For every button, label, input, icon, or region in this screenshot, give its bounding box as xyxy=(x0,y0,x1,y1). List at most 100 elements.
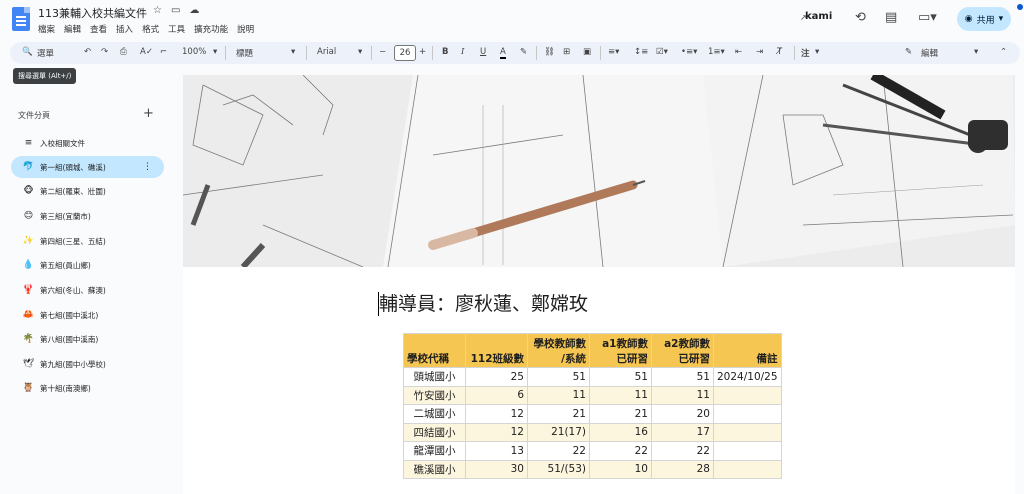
zoom-select[interactable]: 100% xyxy=(182,47,206,57)
table-cell[interactable] xyxy=(713,385,782,405)
table-cell[interactable] xyxy=(713,422,782,442)
document-title[interactable]: 113兼輔入校共編文件 xyxy=(38,5,147,21)
numbered-list-icon[interactable]: 1≡▾ xyxy=(708,47,725,57)
table-cell[interactable]: 17 xyxy=(651,422,714,442)
menu-file[interactable]: 檔案 xyxy=(38,23,55,35)
table-cell[interactable]: 28 xyxy=(651,459,714,479)
table-cell[interactable]: 21 xyxy=(589,404,652,424)
outline-item-group-10[interactable]: 🦉 第十組(南澳鄉) xyxy=(11,377,164,399)
add-comment-icon[interactable]: ⊞ xyxy=(563,47,570,57)
font-size-input[interactable]: 26 xyxy=(394,45,416,61)
table-cell[interactable]: 22 xyxy=(589,441,652,461)
more-options-icon[interactable]: ⋮ xyxy=(143,162,152,172)
move-folder-icon[interactable]: ▭ xyxy=(171,5,180,16)
table-cell[interactable]: 11 xyxy=(589,385,652,405)
col-class-count[interactable]: 112班級數 xyxy=(465,333,528,368)
table-cell[interactable]: 竹安國小 xyxy=(403,385,466,405)
menu-format[interactable]: 格式 xyxy=(142,23,159,35)
outline-item-docs[interactable]: ≡ 入校相關文件 xyxy=(11,132,164,154)
table-cell[interactable]: 四結國小 xyxy=(403,422,466,442)
outline-item-group-4[interactable]: ✨ 第四組(三星、五結) xyxy=(11,230,164,252)
checklist-icon[interactable]: ☑▾ xyxy=(656,47,668,57)
redo-icon[interactable]: ↷ xyxy=(101,47,108,57)
kami-button[interactable]: kami xyxy=(805,11,832,22)
highlight-icon[interactable]: ✎ xyxy=(520,47,527,57)
outline-item-group-2[interactable]: 🐵 第二組(羅東、壯圍) xyxy=(11,180,164,202)
counselors-heading[interactable]: 輔導員：廖秋蓮、鄭嫦玫 xyxy=(379,289,588,316)
table-cell[interactable]: 51/(53) xyxy=(527,459,590,479)
bold-button[interactable]: B xyxy=(442,47,448,57)
table-cell[interactable] xyxy=(713,404,782,424)
increase-indent-icon[interactable]: ⇥ xyxy=(756,47,763,57)
back-arrow-icon[interactable]: ← xyxy=(14,74,24,88)
decrease-indent-icon[interactable]: ⇤ xyxy=(735,47,742,57)
search-icon[interactable]: 🔍 xyxy=(22,47,33,57)
menu-edit[interactable]: 編輯 xyxy=(64,23,81,35)
print-icon[interactable]: ⎙ xyxy=(120,47,127,57)
outline-item-group-5[interactable]: 💧 第五組(員山鄉) xyxy=(11,254,164,276)
table-cell[interactable]: 21(17) xyxy=(527,422,590,442)
outline-item-group-7[interactable]: 🦀 第七組(國中溪北) xyxy=(11,304,164,326)
outline-item-group-3[interactable]: 😊 第三組(宜蘭市) xyxy=(11,205,164,227)
increase-font-icon[interactable]: + xyxy=(419,47,426,57)
menu-tools[interactable]: 工具 xyxy=(168,23,185,35)
table-cell[interactable]: 龍潭國小 xyxy=(403,441,466,461)
outline-item-group-6[interactable]: 🦞 第六組(冬山、蘇澳) xyxy=(11,279,164,301)
table-cell[interactable] xyxy=(713,441,782,461)
table-cell[interactable] xyxy=(713,459,782,479)
table-cell[interactable]: 51 xyxy=(589,367,652,387)
link-icon[interactable]: ⛓ xyxy=(544,47,555,57)
cloud-status-icon[interactable]: ☁ xyxy=(189,5,199,16)
undo-icon[interactable]: ↶ xyxy=(84,47,91,57)
col-school-name[interactable]: 學校代稱 xyxy=(403,333,466,368)
col-notes[interactable]: 備註 xyxy=(713,333,782,368)
table-cell[interactable]: 16 xyxy=(589,422,652,442)
star-icon[interactable]: ☆ xyxy=(153,5,162,16)
spellcheck-icon[interactable]: A✓ xyxy=(140,47,153,57)
table-cell[interactable]: 11 xyxy=(527,385,590,405)
share-button[interactable]: ◉ 共用 ▾ xyxy=(957,7,1011,31)
table-cell[interactable]: 22 xyxy=(651,441,714,461)
font-select[interactable]: Arial xyxy=(317,47,336,57)
style-select[interactable]: 標題 xyxy=(236,47,253,59)
text-color-button[interactable]: A xyxy=(500,47,506,59)
table-cell[interactable]: 二城國小 xyxy=(403,404,466,424)
align-icon[interactable]: ≡▾ xyxy=(608,47,619,57)
table-cell[interactable]: 21 xyxy=(527,404,590,424)
table-cell[interactable]: 2024/10/25 xyxy=(713,367,782,387)
meet-video-icon[interactable]: ▭▾ xyxy=(918,10,937,25)
outline-item-group-9[interactable]: 🕊 第九組(國中小學校) xyxy=(11,353,164,375)
table-cell[interactable]: 20 xyxy=(651,404,714,424)
collapse-toolbar-icon[interactable]: ⌃ xyxy=(1000,47,1007,57)
italic-button[interactable]: I xyxy=(461,47,464,57)
search-menus-button[interactable]: 選單 xyxy=(37,47,54,59)
comments-icon[interactable]: ▤ xyxy=(885,10,897,25)
table-cell[interactable]: 6 xyxy=(465,385,528,405)
document-page[interactable]: 輔導員：廖秋蓮、鄭嫦玫 學校代稱 112班級數 學校教師數/系統 a1教師數 已研… xyxy=(183,75,1015,494)
table-cell[interactable]: 頭城國小 xyxy=(403,367,466,387)
table-cell[interactable]: 11 xyxy=(651,385,714,405)
col-a1-trained[interactable]: a1教師數 已研習 xyxy=(589,333,652,368)
table-cell[interactable]: 13 xyxy=(465,441,528,461)
paint-format-icon[interactable]: ⌐ xyxy=(160,47,167,57)
decrease-font-icon[interactable]: − xyxy=(379,47,386,57)
table-cell[interactable]: 礁溪國小 xyxy=(403,459,466,479)
table-cell[interactable]: 51 xyxy=(527,367,590,387)
col-a2-trained[interactable]: a2教師數 已研習 xyxy=(651,333,714,368)
insert-image-icon[interactable]: ▣ xyxy=(583,47,591,57)
menu-view[interactable]: 查看 xyxy=(90,23,107,35)
table-cell[interactable]: 10 xyxy=(589,459,652,479)
table-cell[interactable]: 22 xyxy=(527,441,590,461)
menu-help[interactable]: 說明 xyxy=(237,23,254,35)
editing-mode-select[interactable]: 編輯 xyxy=(921,47,938,59)
school-teacher-table[interactable]: 學校代稱 112班級數 學校教師數/系統 a1教師數 已研習 a2教師數 已研習 備… xyxy=(403,333,782,479)
line-spacing-icon[interactable]: ↕≡ xyxy=(634,47,648,57)
table-cell[interactable]: 25 xyxy=(465,367,528,387)
comment-notes-button[interactable]: 注 xyxy=(801,47,810,59)
bulleted-list-icon[interactable]: •≡▾ xyxy=(681,47,697,57)
add-tab-icon[interactable]: + xyxy=(143,106,154,121)
table-cell[interactable]: 51 xyxy=(651,367,714,387)
outline-item-group-1[interactable]: 🐬 第一組(頭城、礁溪) ⋮ xyxy=(11,156,164,178)
outline-item-group-8[interactable]: 🌴 第八組(國中溪南) xyxy=(11,328,164,350)
table-cell[interactable]: 12 xyxy=(465,422,528,442)
